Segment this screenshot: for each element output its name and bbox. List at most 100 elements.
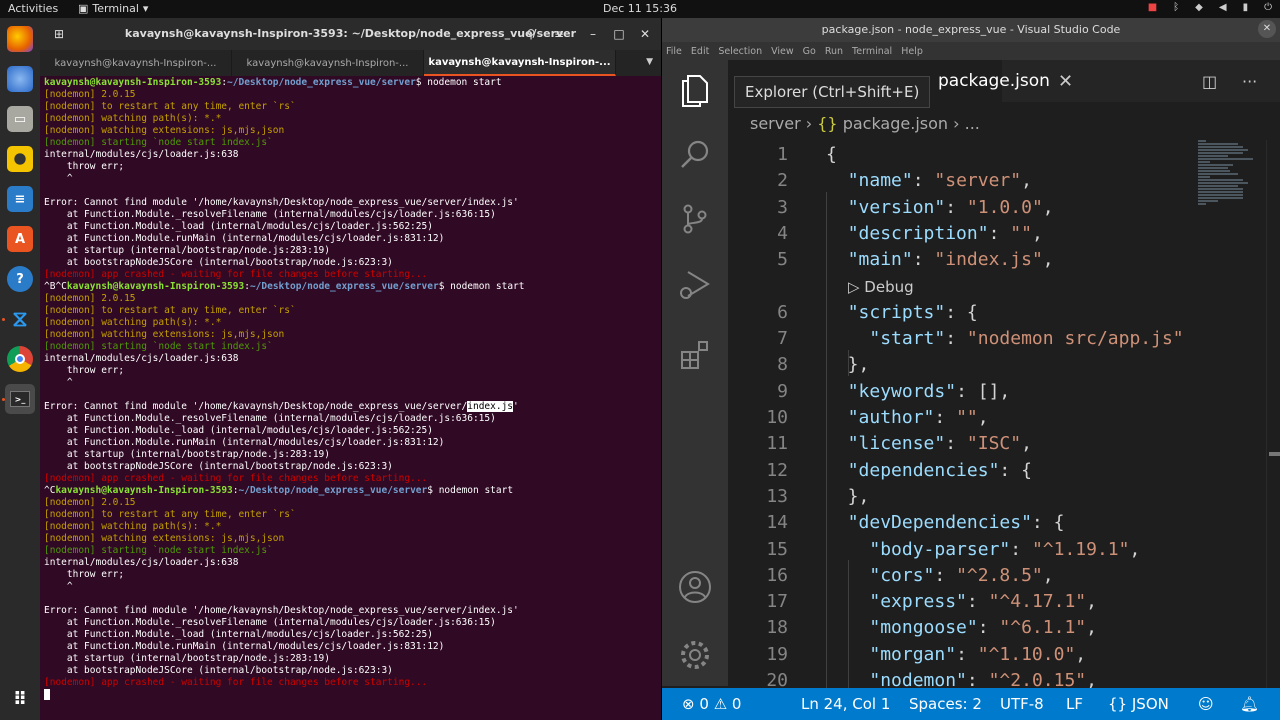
notifications-bell-icon[interactable]: 🔔︎ — [1240, 695, 1259, 713]
split-editor-icon[interactable]: ◫ — [1202, 72, 1217, 91]
nodemon-start: [nodemon] starting `node start index.js` — [44, 137, 273, 148]
json-punct: : — [912, 249, 935, 271]
terminal-line: at Function.Module._resolveFilename (int… — [44, 413, 661, 425]
menu-item[interactable]: Terminal — [852, 46, 892, 57]
hamburger-menu-icon[interactable]: ≡ — [548, 24, 570, 44]
code-editor[interactable]: 1 {2 "name": "server", 3 "version": "1.0.0… — [728, 140, 1280, 688]
close-tab-icon[interactable]: ✕ — [1058, 71, 1073, 92]
software-center-icon[interactable]: A — [7, 226, 33, 252]
tab-menu-icon[interactable]: ▼ — [646, 57, 653, 67]
scroll-thumb[interactable] — [1269, 452, 1280, 456]
json-key: "main" — [847, 249, 913, 271]
chrome-icon[interactable] — [7, 346, 33, 372]
selected-text: index.js — [467, 401, 514, 412]
activities-button[interactable]: Activities — [8, 2, 58, 15]
editor-scrollbar[interactable] — [1266, 140, 1280, 688]
help-icon[interactable]: ? — [7, 266, 33, 292]
problems-indicator[interactable]: ⊗ 0 ⚠ 0 — [682, 695, 741, 713]
terminal-app-icon: ▣ — [78, 2, 89, 15]
end-of-line[interactable]: LF — [1066, 695, 1083, 713]
indentation[interactable]: Spaces: 2 — [909, 695, 982, 713]
terminal-icon[interactable]: >_ — [5, 384, 35, 414]
app-menu[interactable]: ▣ Terminal ▾ — [78, 2, 148, 15]
close-icon[interactable]: ✕ — [1258, 20, 1276, 38]
breadcrumb-file[interactable]: package.json — [843, 114, 948, 133]
run-debug-icon[interactable] — [676, 266, 714, 304]
code-line: "keywords": [], — [826, 381, 1011, 402]
warning-count: 0 — [731, 695, 742, 713]
vscode-icon[interactable]: ⧖ — [7, 306, 33, 332]
minimize-icon[interactable]: – — [582, 24, 604, 44]
dock: ▭ ≡ A ? ⧖ >_ ⠿ — [0, 18, 40, 720]
clock[interactable]: Dec 11 15:36 — [600, 2, 680, 15]
line-number: 9 — [777, 380, 788, 402]
language-mode[interactable]: {} JSON — [1108, 695, 1169, 713]
terminal-line: Error: Cannot find module '/home/kavayns… — [44, 605, 661, 617]
command: $ nodemon start — [427, 485, 514, 496]
breadcrumb-folder[interactable]: server — [750, 114, 801, 133]
files-icon[interactable]: ▭ — [7, 106, 33, 132]
json-punct: , — [1086, 617, 1097, 639]
explorer-icon[interactable] — [676, 72, 714, 110]
menu-item[interactable]: Selection — [718, 46, 762, 57]
more-actions-icon[interactable]: ··· — [1242, 72, 1257, 91]
debug-codelens[interactable]: ▷ Debug — [848, 278, 914, 296]
maximize-icon[interactable]: □ — [608, 24, 630, 44]
terminal-line: [nodemon] watching path(s): *.* — [44, 317, 661, 329]
code-line: "express": "^4.17.1", — [826, 591, 1097, 612]
json-string: "^6.1.1" — [999, 617, 1087, 639]
json-string: "server" — [934, 170, 1022, 192]
terminal-output[interactable]: kavaynsh@kavaynsh-Inspiron-3593:~/Deskto… — [40, 76, 661, 720]
menu-item[interactable]: View — [771, 46, 794, 57]
code-line: "cors": "^2.8.5", — [826, 565, 1053, 586]
output-text: at Function.Module._load (internal/modul… — [44, 425, 433, 436]
firefox-icon[interactable] — [7, 26, 33, 52]
show-apps-icon[interactable]: ⠿ — [7, 686, 33, 712]
menu-item[interactable]: File — [666, 46, 682, 57]
account-icon[interactable] — [676, 568, 714, 606]
feedback-icon[interactable]: ☺ — [1198, 695, 1214, 713]
minimap[interactable] — [1198, 140, 1268, 220]
terminal-tab[interactable]: kavaynsh@kavaynsh-Inspiron-... — [232, 50, 424, 76]
breadcrumb[interactable]: server › {} package.json › ... — [750, 114, 980, 133]
search-icon[interactable] — [676, 136, 714, 174]
code-line: }, — [826, 486, 870, 507]
minimap-line — [1198, 191, 1243, 193]
error-count: 0 — [699, 695, 709, 713]
code-line: "nodemon": "^2.0.15", — [826, 670, 1097, 688]
menu-item[interactable]: Go — [803, 46, 816, 57]
wifi-icon: ◆ — [1195, 2, 1203, 13]
thunderbird-icon[interactable] — [7, 66, 33, 92]
line-number: 5 — [777, 249, 788, 271]
output-text: at startup (internal/bootstrap/node.js:2… — [44, 245, 330, 256]
json-punct: , — [1086, 670, 1097, 688]
menu-item[interactable]: Edit — [691, 46, 709, 57]
code-line: "author": "", — [826, 407, 989, 428]
terminal-line: at startup (internal/bootstrap/node.js:2… — [44, 653, 661, 665]
json-punct: : — [1010, 538, 1032, 560]
settings-gear-icon[interactable] — [676, 636, 714, 674]
menu-item[interactable]: Help — [901, 46, 923, 57]
encoding[interactable]: UTF-8 — [1000, 695, 1044, 713]
terminal-tab[interactable]: kavaynsh@kavaynsh-Inspiron-... — [40, 50, 232, 76]
nodemon-start: [nodemon] starting `node start index.js` — [44, 341, 273, 352]
system-tray[interactable]: ■ ᛒ ◆ ◀ ▮ ⏻ — [1148, 2, 1272, 13]
cursor-position[interactable]: Ln 24, Col 1 — [801, 695, 890, 713]
line-number: 1 — [777, 144, 788, 165]
source-control-icon[interactable] — [676, 200, 714, 238]
rhythmbox-icon[interactable] — [7, 146, 33, 172]
close-icon[interactable]: ✕ — [634, 24, 656, 44]
json-key: "scripts" — [847, 301, 946, 323]
json-key: "name" — [847, 170, 913, 192]
nodemon-info: [nodemon] to restart at any time, enter … — [44, 509, 296, 520]
extensions-icon[interactable] — [676, 336, 714, 374]
json-punct — [826, 433, 848, 454]
minimap-line — [1198, 188, 1243, 190]
breadcrumb-more[interactable]: ... — [965, 114, 980, 133]
terminal-tab-active[interactable]: kavaynsh@kavaynsh-Inspiron-... — [424, 50, 616, 76]
writer-icon[interactable]: ≡ — [7, 186, 33, 212]
menu-item[interactable]: Run — [825, 46, 843, 57]
search-icon[interactable]: ⚲ — [520, 24, 542, 44]
json-key: "version" — [847, 196, 946, 218]
